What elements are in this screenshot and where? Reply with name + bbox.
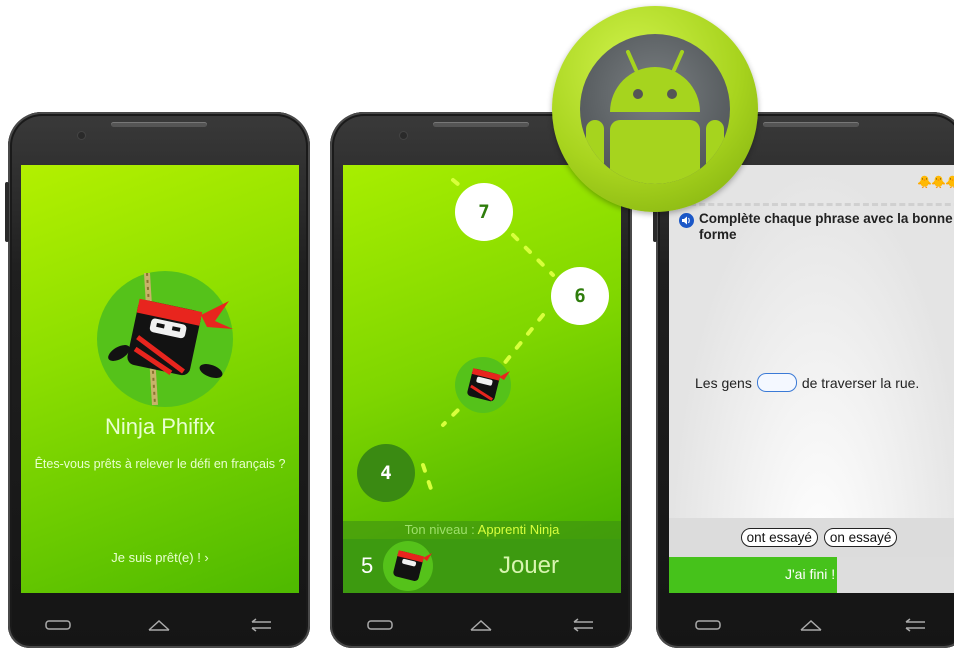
sentence-before: Les gens — [695, 374, 752, 391]
nav-softkeys — [656, 612, 954, 638]
recent-apps-icon[interactable] — [44, 617, 72, 633]
level-node-6[interactable]: 6 — [551, 267, 609, 325]
exercise-screen: 🐥🐥🐥 Complète chaque phrase avec la bonne… — [669, 165, 954, 593]
choice-option-1[interactable]: ont essayé — [740, 528, 818, 547]
ninja-avatar — [97, 271, 233, 407]
nav-softkeys — [330, 612, 632, 638]
level-map-screen: 7 6 4 Ton niveau : Apprenti Ninja 5 Joue… — [343, 165, 621, 593]
level-value: Apprenti Ninja — [477, 522, 560, 537]
android-logo-icon — [552, 6, 758, 212]
app-title: Ninja Phifix — [104, 414, 216, 439]
done-label: J'ai fini ! — [785, 566, 836, 582]
player-avatar — [383, 541, 433, 591]
current-level-avatar[interactable] — [455, 357, 511, 413]
back-icon[interactable] — [900, 617, 928, 633]
sentence-after: de traverser la rue. — [801, 374, 920, 391]
back-icon[interactable] — [568, 617, 596, 633]
phone-2: 7 6 4 Ton niveau : Apprenti Ninja 5 Joue… — [330, 112, 632, 648]
phone-speaker — [433, 122, 529, 127]
progress-dashes — [681, 203, 954, 206]
phone-camera — [78, 132, 85, 139]
home-icon[interactable] — [467, 617, 495, 633]
lives-chicks: 🐥🐥🐥 — [917, 175, 954, 189]
play-button[interactable]: Jouer — [499, 552, 559, 580]
recent-apps-icon[interactable] — [694, 617, 722, 633]
android-badge-inner — [580, 34, 730, 184]
sentence: Les gens de traverser la rue. — [695, 373, 919, 392]
recent-apps-icon[interactable] — [366, 617, 394, 633]
home-icon[interactable] — [145, 617, 173, 633]
tagline: Êtes-vous prêts à relever le défi en fra… — [34, 457, 286, 471]
level-status: Ton niveau : Apprenti Ninja — [343, 521, 621, 539]
back-icon[interactable] — [246, 617, 274, 633]
side-button — [5, 182, 9, 242]
level-node-4[interactable]: 4 — [357, 444, 415, 502]
score: 5 — [361, 553, 374, 578]
nav-softkeys — [8, 612, 310, 638]
phone-1: Ninja Phifix Êtes-vous prêts à relever l… — [5, 112, 310, 648]
ready-button[interactable]: Je suis prêt(e) ! › — [21, 550, 299, 565]
choices: ont essayé on essayé — [669, 518, 954, 557]
phone-camera — [400, 132, 407, 139]
answer-blank[interactable] — [756, 373, 797, 392]
home-icon[interactable] — [797, 617, 825, 633]
phone-speaker — [111, 122, 207, 127]
volume-icon[interactable] — [679, 213, 694, 228]
instruction-text: Complète chaque phrase avec la bonne for… — [699, 211, 953, 242]
done-button[interactable]: J'ai fini ! — [669, 557, 954, 593]
level-label: Ton niveau : — [404, 522, 478, 537]
instruction: Complète chaque phrase avec la bonne for… — [679, 211, 954, 243]
bottom-bar: 5 Jouer — [343, 539, 621, 593]
welcome-screen: Ninja Phifix Êtes-vous prêts à relever l… — [21, 165, 299, 593]
choice-option-2[interactable]: on essayé — [823, 528, 898, 547]
phone-speaker — [763, 122, 859, 127]
level-node-7[interactable]: 7 — [455, 183, 513, 241]
